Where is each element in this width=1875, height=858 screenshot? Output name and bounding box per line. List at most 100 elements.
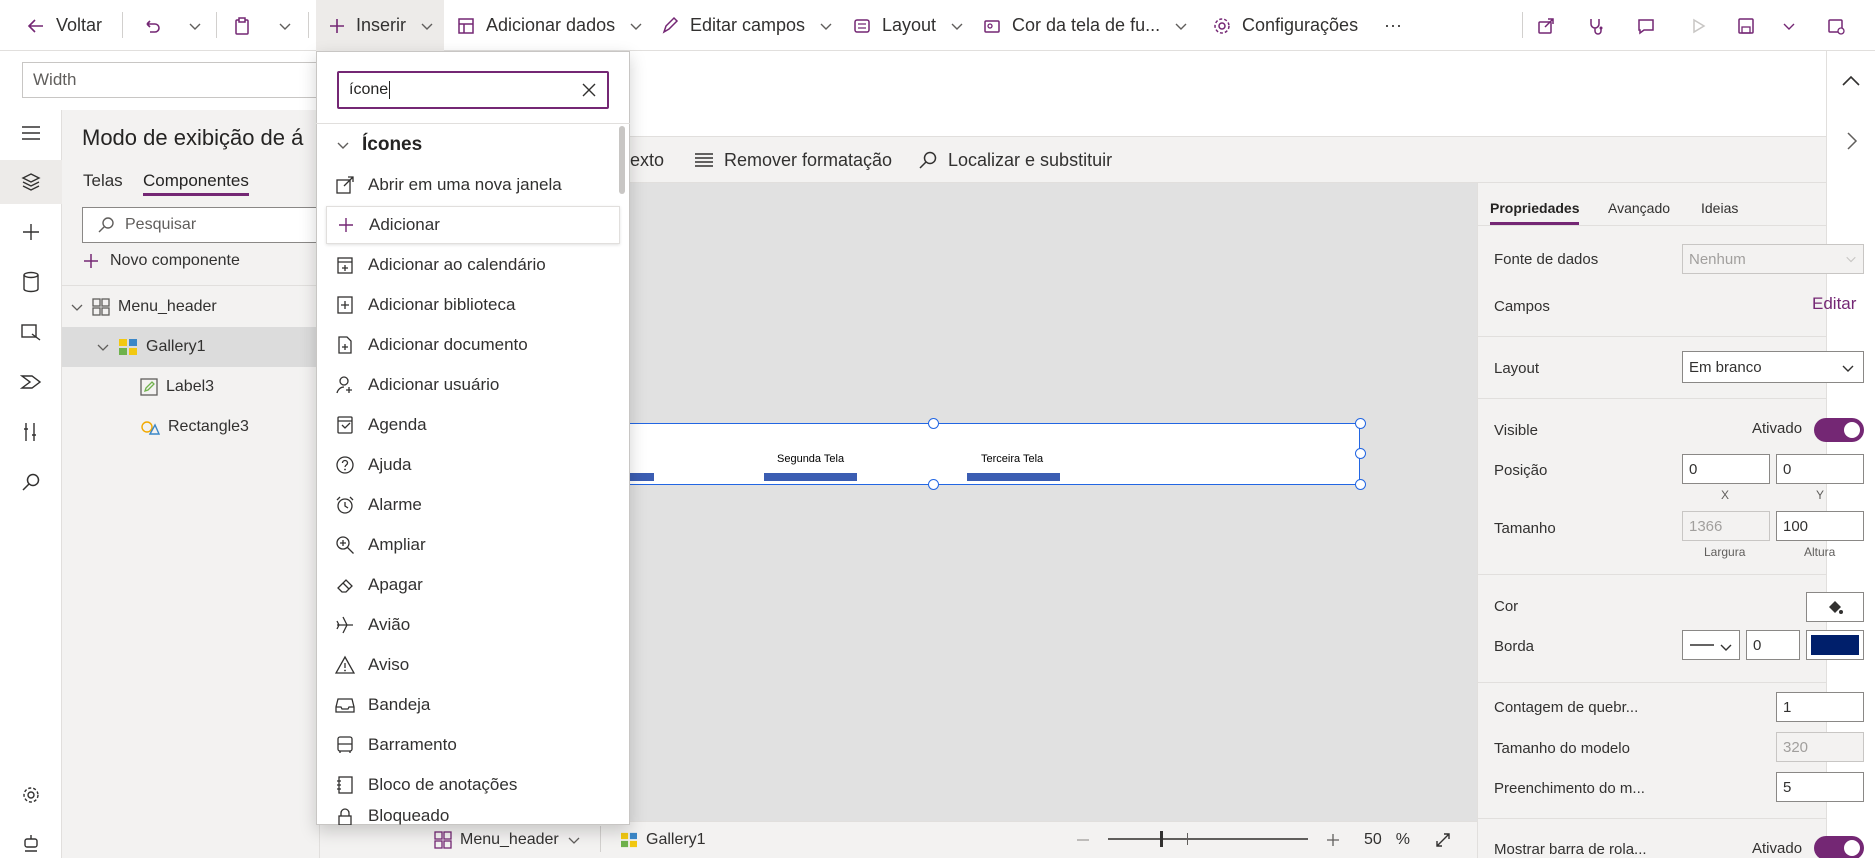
border-style-select[interactable] [1682, 630, 1740, 660]
insert-item-warning[interactable]: Aviso [326, 646, 620, 684]
color-picker[interactable] [1806, 592, 1864, 622]
share-button[interactable] [1536, 0, 1556, 51]
paste-button[interactable] [232, 0, 252, 51]
scrollbar-toggle[interactable] [1814, 836, 1864, 858]
insert-item-agenda[interactable]: Agenda [326, 406, 620, 444]
tab-components[interactable]: Componentes [143, 171, 249, 196]
insert-item-open-new-window[interactable]: Abrir em uma nova janela [326, 166, 620, 204]
resize-handle[interactable] [928, 418, 939, 429]
insert-item-notebook[interactable]: Bloco de anotações [326, 766, 620, 804]
data-source-select[interactable]: Nenhum [1682, 244, 1864, 274]
zoom-slider-track[interactable] [1108, 838, 1308, 840]
layout-select[interactable]: Em branco [1682, 351, 1864, 383]
insert-item-airplane[interactable]: Avião [326, 606, 620, 644]
width-input[interactable]: 1366 [1682, 511, 1770, 541]
comments-button[interactable] [1636, 0, 1656, 51]
tree-item-gallery1[interactable]: Gallery1 [62, 327, 320, 367]
position-y-input[interactable]: 0 [1776, 454, 1864, 484]
wrap-count-input[interactable]: 1 [1776, 692, 1864, 722]
screen-selector[interactable]: Menu_header [434, 821, 581, 858]
zoom-level[interactable]: 50 % [1364, 821, 1410, 858]
plus-icon[interactable] [18, 219, 44, 245]
remove-formatting-button[interactable]: Remover formatação [694, 137, 892, 183]
publish-button[interactable] [1826, 0, 1846, 51]
tools-icon[interactable] [18, 419, 44, 445]
hamburger-icon[interactable] [18, 120, 44, 146]
resize-handle[interactable] [1355, 479, 1366, 490]
close-icon[interactable] [581, 82, 597, 98]
insert-item-alarm[interactable]: Alarme [326, 486, 620, 524]
visible-toggle[interactable] [1814, 418, 1864, 442]
insert-item-lock[interactable]: Bloqueado [326, 806, 620, 825]
insert-item-add-library[interactable]: Adicionar biblioteca [326, 286, 620, 324]
new-component-button[interactable]: Novo componente [82, 252, 240, 270]
collapse-formula-button[interactable] [1840, 70, 1862, 92]
insert-item-add-to-calendar[interactable]: Adicionar ao calendário [326, 246, 620, 284]
app-checker-button[interactable] [1586, 0, 1606, 51]
icons-category-header[interactable]: Ícones [336, 133, 422, 157]
save-options-button[interactable] [1782, 0, 1796, 51]
fit-to-window-button[interactable] [1434, 821, 1452, 858]
height-input[interactable]: 100 [1776, 511, 1864, 541]
zoom-value: 50 [1364, 830, 1382, 848]
database-icon[interactable] [18, 269, 44, 295]
find-replace-label: Localizar e substituir [948, 149, 1113, 170]
edit-fields-link[interactable]: Editar [1812, 294, 1856, 314]
tab-screens[interactable]: Telas [83, 171, 123, 191]
preview-button[interactable] [1688, 0, 1708, 51]
insert-search-input[interactable]: ícone [337, 71, 609, 109]
gear-icon[interactable] [18, 782, 44, 808]
tree-item-label3[interactable]: Label3 [62, 367, 320, 407]
insert-item-add-document[interactable]: Adicionar documento [326, 326, 620, 364]
more-button[interactable]: ··· [1384, 0, 1402, 51]
expand-panel-button[interactable] [1844, 130, 1860, 152]
template-size-input[interactable]: 320 [1776, 732, 1864, 762]
resize-handle[interactable] [1355, 418, 1366, 429]
zoom-slider-thumb[interactable] [1160, 831, 1163, 847]
save-button[interactable] [1736, 0, 1756, 51]
tab-properties[interactable]: Propriedades [1490, 200, 1580, 225]
settings-button[interactable]: Configurações [1212, 0, 1358, 51]
tree-item-rectangle3[interactable]: Rectangle3 [62, 407, 320, 447]
virtual-agent-icon[interactable] [18, 830, 44, 856]
tree-item-label: Menu_header [118, 298, 217, 315]
property-selector[interactable]: Width [22, 62, 322, 98]
tree-search-input[interactable]: Pesquisar [82, 207, 322, 243]
insert-item-tray[interactable]: Bandeja [326, 686, 620, 724]
template-padding-input[interactable]: 5 [1776, 772, 1864, 802]
zoom-in-button[interactable] [1326, 821, 1340, 858]
layers-icon[interactable] [18, 169, 44, 195]
paste-options-button[interactable] [278, 0, 292, 51]
background-color-button[interactable]: Cor da tela de fu... [982, 0, 1160, 51]
border-thickness-input[interactable]: 0 [1746, 630, 1800, 660]
search-icon[interactable] [18, 469, 44, 495]
edit-fields-button[interactable]: Editar campos [660, 0, 833, 51]
background-color-options-button[interactable] [1174, 0, 1188, 51]
plus-icon [328, 17, 346, 35]
position-x-input[interactable]: 0 [1682, 454, 1770, 484]
undo-options-button[interactable] [188, 0, 202, 51]
border-color-picker[interactable] [1806, 630, 1864, 660]
back-button[interactable]: Voltar [26, 0, 102, 51]
insert-item-zoom-in[interactable]: Ampliar [326, 526, 620, 564]
resize-handle[interactable] [928, 479, 939, 490]
insert-item-help[interactable]: Ajuda [326, 446, 620, 484]
resize-handle[interactable] [1355, 448, 1366, 459]
tree-item-menu-header[interactable]: Menu_header [62, 287, 320, 327]
media-icon[interactable] [18, 319, 44, 345]
tab-advanced[interactable]: Avançado [1608, 200, 1670, 216]
undo-button[interactable] [142, 0, 162, 51]
add-data-button[interactable]: Adicionar dados [456, 0, 643, 51]
insert-button[interactable]: Inserir [316, 0, 445, 51]
control-selector[interactable]: Gallery1 [620, 821, 706, 858]
zoom-out-button[interactable] [1076, 821, 1090, 858]
find-replace-button[interactable]: Localizar e substituir [918, 137, 1112, 183]
power-automate-icon[interactable] [18, 369, 44, 395]
insert-item-add-user[interactable]: Adicionar usuário [326, 366, 620, 404]
tab-ideas[interactable]: Ideias [1701, 200, 1738, 216]
insert-item-erase[interactable]: Apagar [326, 566, 620, 604]
insert-item-bus[interactable]: Barramento [326, 726, 620, 764]
text-format-button[interactable]: exto [630, 137, 664, 183]
layout-button[interactable]: Layout [852, 0, 964, 51]
insert-item-add[interactable]: Adicionar [326, 206, 620, 244]
